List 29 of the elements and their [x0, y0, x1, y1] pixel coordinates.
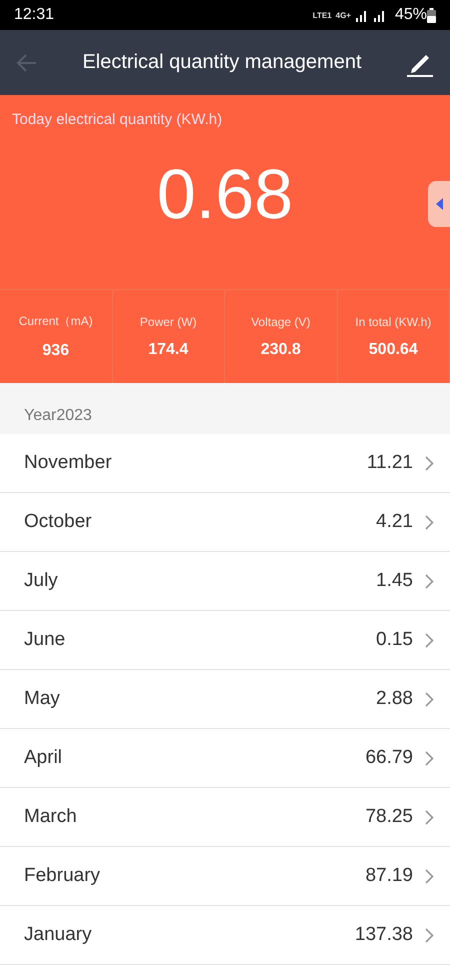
- battery-percent: 45%: [394, 6, 427, 24]
- year-heading: Year2023: [24, 406, 92, 425]
- chevron-icon: [425, 514, 434, 530]
- stat-value: 174.4: [148, 340, 188, 359]
- stat-label: In total (KW.h): [355, 314, 432, 329]
- stat-label: Current（mA): [18, 313, 93, 330]
- chevron-icon: [425, 810, 434, 824]
- network-label: 4G+: [336, 10, 351, 20]
- stat-label: Voltage (V): [251, 314, 310, 329]
- chevron-icon: [425, 632, 434, 648]
- status-time: 12:31: [14, 6, 56, 24]
- caret-icon: [436, 198, 442, 210]
- stat-value: 936: [42, 342, 70, 360]
- today-value: 0.68: [156, 154, 294, 234]
- battery-icon: [427, 8, 436, 23]
- side-tab-handle[interactable]: [428, 181, 450, 228]
- chevron-icon: [425, 692, 434, 706]
- stat-value: 230.8: [260, 340, 301, 359]
- stat-value: 500.64: [368, 340, 418, 359]
- stat-label: Power (W): [140, 314, 197, 329]
- chevron-icon: [425, 928, 434, 942]
- chevron-icon: [425, 574, 434, 588]
- network-label: LTE1: [312, 10, 332, 20]
- screen-title: Electrical quantity management: [81, 51, 363, 74]
- chevron-icon: [425, 456, 434, 470]
- chevron-icon: [425, 868, 434, 884]
- today-label: Today electrical quantity (KW.h): [11, 110, 224, 128]
- back-arrow-icon[interactable]: [16, 52, 38, 74]
- chevron-icon: [425, 750, 434, 766]
